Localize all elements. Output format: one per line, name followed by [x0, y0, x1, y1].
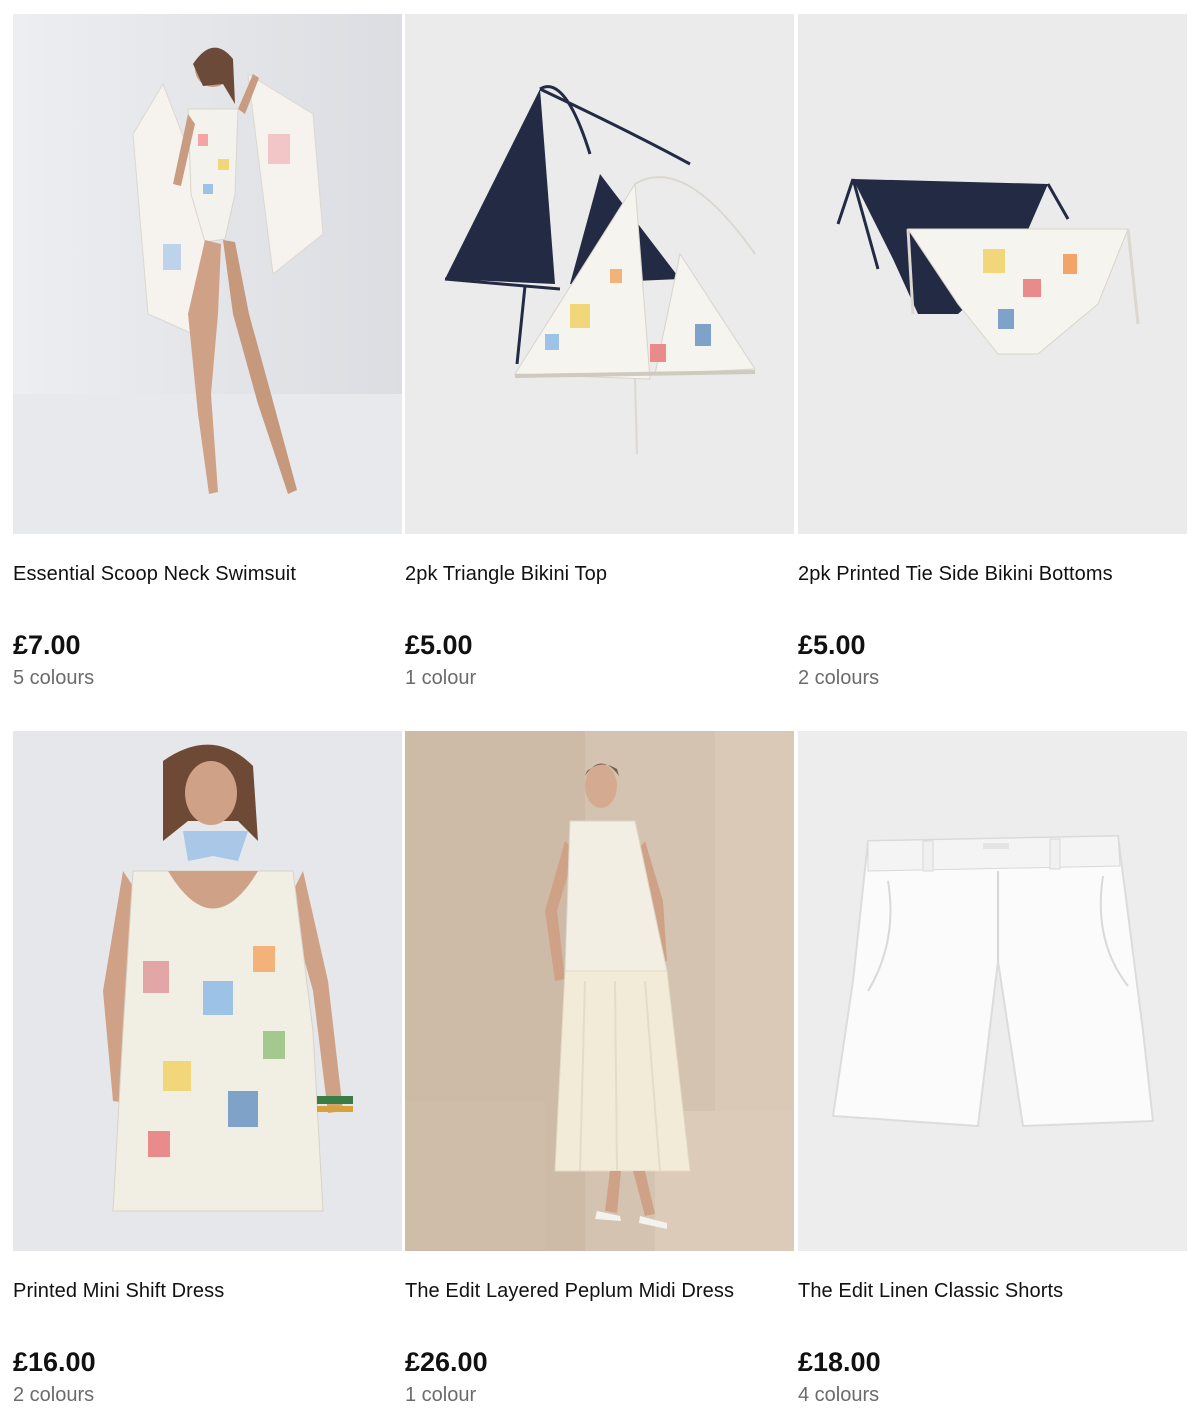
- product-image-shift-dress[interactable]: [13, 731, 402, 1251]
- product-image-swimsuit[interactable]: [13, 14, 402, 534]
- product-colours: 2 colours: [13, 1384, 95, 1406]
- product-colours: 1 colour: [405, 667, 477, 689]
- product-title[interactable]: Printed Mini Shift Dress: [13, 1279, 224, 1303]
- product-image-bikini-top[interactable]: [405, 14, 794, 534]
- product-title[interactable]: 2pk Triangle Bikini Top: [405, 562, 607, 586]
- product-colours: 4 colours: [798, 1384, 880, 1406]
- product-title[interactable]: 2pk Printed Tie Side Bikini Bottoms: [798, 562, 1113, 586]
- product-colours: 2 colours: [798, 667, 880, 689]
- product-colours: 1 colour: [405, 1384, 477, 1406]
- product-price: £5.00: [405, 630, 473, 660]
- product-colours: 5 colours: [13, 667, 95, 689]
- product-title[interactable]: The Edit Linen Classic Shorts: [798, 1279, 1063, 1303]
- product-price: £5.00: [798, 630, 866, 660]
- product-price: £16.00: [13, 1347, 96, 1377]
- product-title[interactable]: Essential Scoop Neck Swimsuit: [13, 562, 296, 586]
- product-price: £7.00: [13, 630, 81, 660]
- product-title[interactable]: The Edit Layered Peplum Midi Dress: [405, 1279, 734, 1303]
- product-price: £18.00: [798, 1347, 881, 1377]
- product-image-midi-dress[interactable]: [405, 731, 794, 1251]
- product-grid: Essential Scoop Neck Swimsuit £7.00 5 co…: [0, 0, 1200, 1417]
- product-image-bikini-bottoms[interactable]: [798, 14, 1187, 534]
- product-price: £26.00: [405, 1347, 488, 1377]
- product-image-linen-shorts[interactable]: [798, 731, 1187, 1251]
